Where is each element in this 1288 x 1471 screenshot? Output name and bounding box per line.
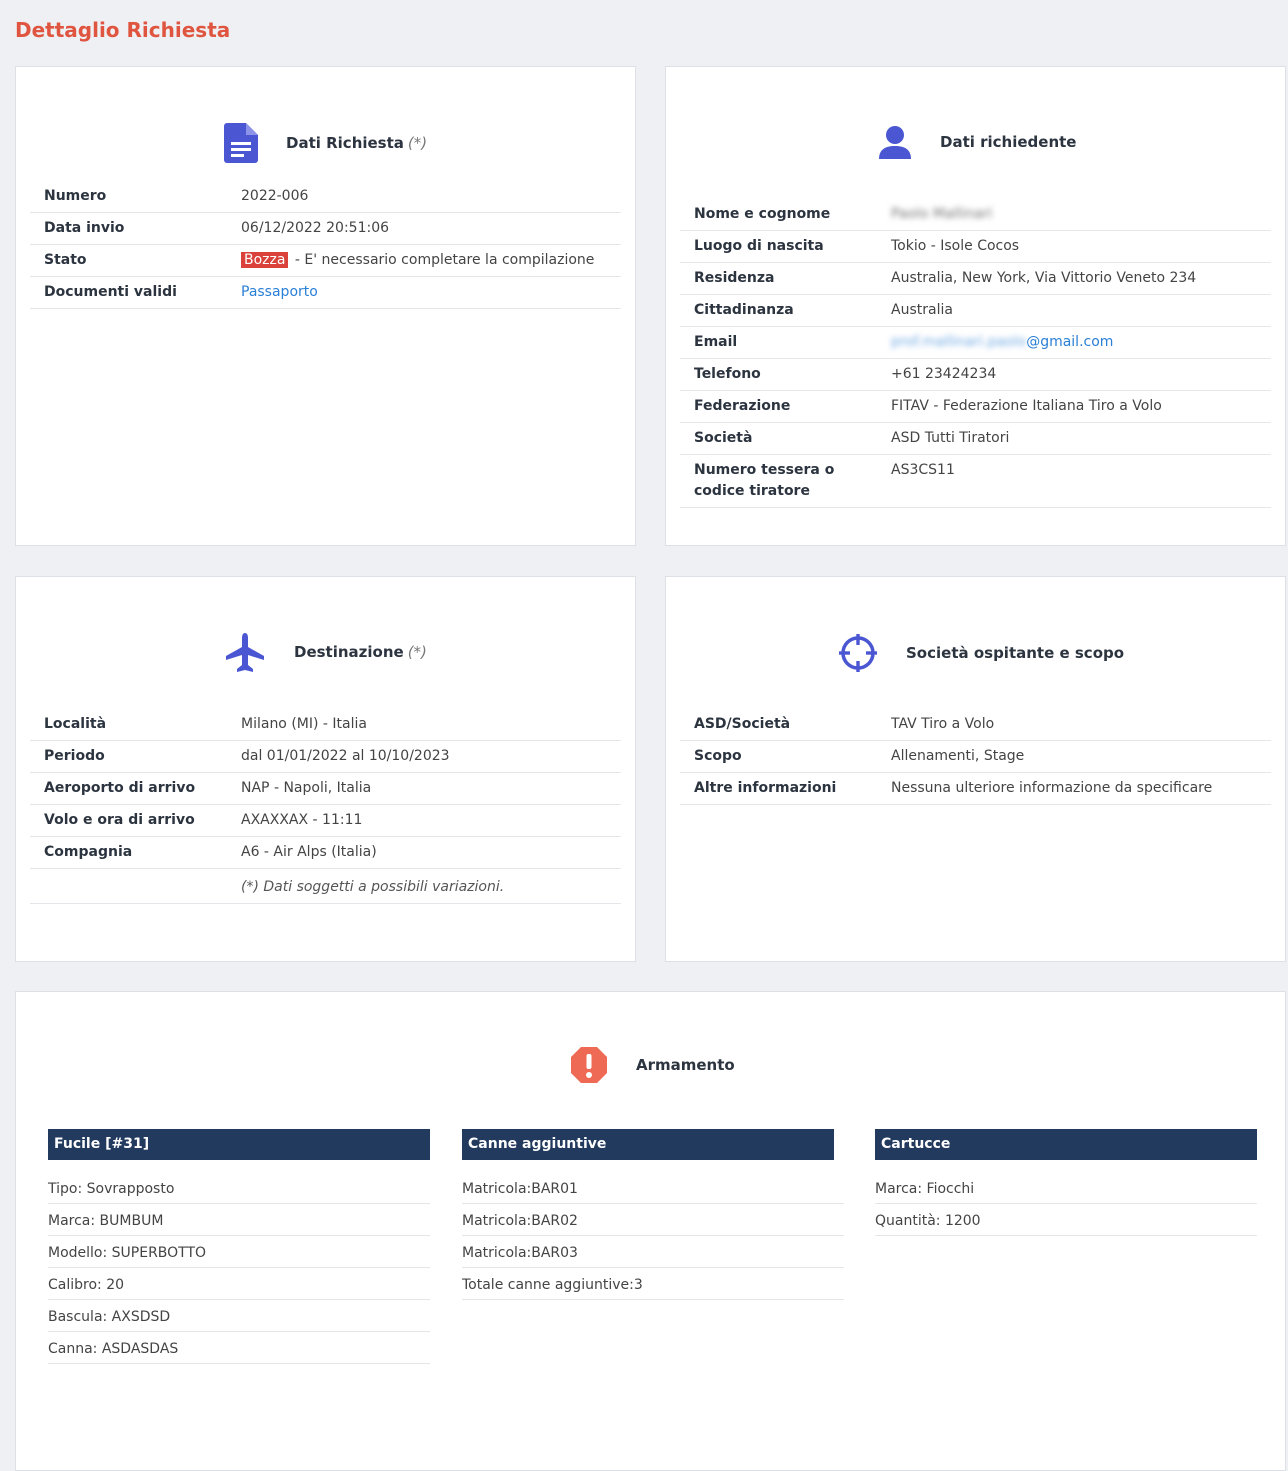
alert-icon [570, 1046, 608, 1084]
card-header: Dati Richiesta (*) [224, 123, 427, 163]
list-item: Matricola:BAR03 [462, 1236, 844, 1268]
list-item: Matricola:BAR01 [462, 1172, 844, 1204]
card-societa-ospitante: Società ospitante e scopo ASD/Società TAV… [665, 576, 1286, 962]
list-item: Marca: BUMBUM [48, 1204, 430, 1236]
detail-list: Località Milano (MI) - Italia Periodo dal … [30, 709, 621, 904]
list-item: Modello: SUPERBOTTO [48, 1236, 430, 1268]
row-periodo: Periodo dal 01/01/2022 al 10/10/2023 [30, 741, 621, 773]
card-title: Dati Richiesta (*) [286, 134, 428, 152]
card-destinazione: Destinazione (*) Località Milano (MI) - It… [15, 576, 636, 962]
row-nome: Nome e cognome Paolo Mallinari [680, 199, 1271, 231]
card-header: Società ospitante e scopo [838, 633, 1124, 673]
detail-list: Nome e cognome Paolo Mallinari Luogo di n… [680, 199, 1271, 508]
row-cittadinanza: Cittadinanza Australia [680, 295, 1271, 327]
document-icon [224, 123, 258, 163]
card-dati-richiedente: Dati richiedente Nome e cognome Paolo Mal… [665, 66, 1286, 546]
card-header: Armamento [570, 1046, 735, 1084]
list-item: Calibro: 20 [48, 1268, 430, 1300]
row-aeroporto: Aeroporto di arrivo NAP - Napoli, Italia [30, 773, 621, 805]
row-email: Email prof.mallinari.paolo@gmail.com [680, 327, 1271, 359]
row-asd: ASD/Società TAV Tiro a Volo [680, 709, 1271, 741]
list-item: Bascula: AXSDSD [48, 1300, 430, 1332]
fucile-column: Fucile [#31] Tipo: Sovrapposto Marca: BU… [48, 1129, 430, 1364]
row-federazione: Federazione FITAV - Federazione Italiana … [680, 391, 1271, 423]
row-stato: Stato Bozza - E' necessario completare la… [30, 245, 621, 277]
list-item: Canna: ASDASDAS [48, 1332, 430, 1364]
card-title: Società ospitante e scopo [906, 644, 1125, 662]
detail-list: ASD/Società TAV Tiro a Volo Scopo Allename… [680, 709, 1271, 805]
canne-header: Canne aggiuntive [462, 1129, 834, 1160]
row-scopo: Scopo Allenamenti, Stage [680, 741, 1271, 773]
row-luogo: Luogo di nascita Tokio - Isole Cocos [680, 231, 1271, 263]
list-item: Quantità: 1200 [875, 1204, 1257, 1236]
row-societa: Società ASD Tutti Tiratori [680, 423, 1271, 455]
list-item: Tipo: Sovrapposto [48, 1172, 430, 1204]
documento-link[interactable]: Passaporto [241, 284, 318, 300]
card-dati-richiesta: Dati Richiesta (*) Numero 2022-006 Data in… [15, 66, 636, 546]
list-item: Matricola:BAR02 [462, 1204, 844, 1236]
email-link[interactable]: prof.mallinari.paolo@gmail.com [891, 334, 1113, 350]
card-title: Armamento [636, 1056, 735, 1074]
row-telefono: Telefono +61 23424234 [680, 359, 1271, 391]
fucile-header: Fucile [#31] [48, 1129, 430, 1160]
status-badge: Bozza [241, 252, 289, 268]
row-localita: Località Milano (MI) - Italia [30, 709, 621, 741]
list-item: Marca: Fiocchi [875, 1172, 1257, 1204]
row-altre-info: Altre informazioni Nessuna ulteriore info… [680, 773, 1271, 805]
row-compagnia: Compagnia A6 - Air Alps (Italia) [30, 837, 621, 869]
card-armamento: Armamento Fucile [#31] Tipo: Sovrapposto… [15, 991, 1286, 1471]
list-item: Totale canne aggiuntive:3 [462, 1268, 844, 1300]
row-documenti: Documenti validi Passaporto [30, 277, 621, 309]
canne-column: Canne aggiuntive Matricola:BAR01 Matrico… [462, 1129, 844, 1300]
cartucce-column: Cartucce Marca: Fiocchi Quantità: 1200 [875, 1129, 1257, 1236]
row-residenza: Residenza Australia, New York, Via Vittor… [680, 263, 1271, 295]
card-title: Dati richiedente [940, 133, 1077, 151]
row-volo: Volo e ora di arrivo AXAXXAX - 11:11 [30, 805, 621, 837]
card-header: Destinazione (*) [224, 631, 427, 673]
card-title: Destinazione (*) [294, 643, 427, 661]
page-title: Dettaglio Richiesta [15, 18, 231, 42]
airplane-icon [224, 631, 266, 673]
card-header: Dati richiedente [878, 125, 1076, 159]
user-icon [878, 125, 912, 159]
row-data-invio: Data invio 06/12/2022 20:51:06 [30, 213, 621, 245]
crosshair-icon [838, 633, 878, 673]
footnote: (*) Dati soggetti a possibili variazioni… [30, 869, 621, 904]
row-numero: Numero 2022-006 [30, 181, 621, 213]
cartucce-header: Cartucce [875, 1129, 1257, 1160]
detail-list: Numero 2022-006 Data invio 06/12/2022 20:5… [30, 181, 621, 309]
row-tessera: Numero tessera o codice tiratore AS3CS11 [680, 455, 1271, 508]
